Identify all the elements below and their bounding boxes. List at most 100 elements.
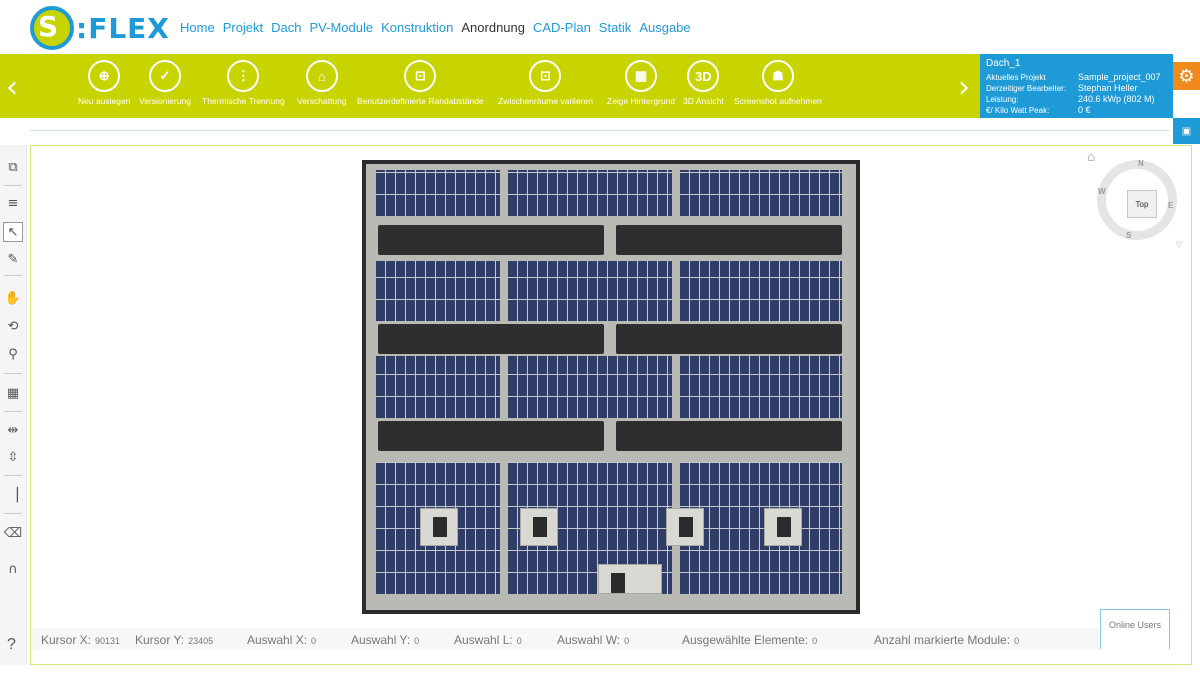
status-bar: Kursor X: 90131 Kursor Y: 23405 Auswahl X:… [31,628,1099,650]
nav-home[interactable]: Home [180,20,215,35]
logo-letter: S [38,10,59,43]
house-shadow-icon: ⌂ [305,60,338,92]
info-value-project: Sample_project_007 [1078,72,1161,82]
roof-obstacle-strip [616,225,842,255]
nav-pv-module[interactable]: PV-Module [310,20,374,35]
3d-icon: 3D [687,60,720,92]
tool-randabstaende[interactable]: ⊡ Benutzerdefinierte Randabstände [357,60,484,106]
toolbar-prev-arrow[interactable]: ‹ [6,70,18,105]
roof-title[interactable]: Dach_1 [986,58,1020,69]
pv-module-block[interactable] [680,462,842,594]
header-divider [30,130,1170,131]
compass-south: S [1126,231,1132,240]
roof-skylight [666,508,704,546]
roof-background-image[interactable] [362,160,860,614]
tool-verschattung[interactable]: ⌂ Verschattung [297,60,347,106]
side-panel-toggle-icon[interactable]: ▣ [1173,118,1200,144]
project-info-panel: Dach_1 Aktuelles Projekt Sample_project_… [980,54,1173,118]
tool-neu-auslegen[interactable]: ⊕ Neu auslegen [78,60,130,106]
nav-konstruktion[interactable]: Konstruktion [381,20,453,35]
tool-screenshot[interactable]: ☗ Screenshot aufnehmen [734,60,822,106]
roof-obstacle-strip [616,421,842,451]
layers-icon[interactable]: ≡ [3,193,23,213]
status-selection-y: Auswahl Y: 0 [351,633,420,647]
select-area-icon[interactable]: ⧉ [3,157,23,177]
tool-3d-ansicht[interactable]: 3D 3D Ansicht [683,60,724,106]
toolbar-next-arrow[interactable]: › [958,70,970,105]
app-root: S :FLEX Home Projekt Dach PV-Module Kons… [0,0,1200,678]
pv-module-block[interactable] [680,356,842,418]
nav-cad-plan[interactable]: CAD-Plan [533,20,591,35]
status-cursor-y: Kursor Y: 23405 [135,633,214,647]
status-selection-l: Auswahl L: 0 [454,633,522,647]
tool-label: Zwischenräume variieren [498,96,593,106]
roof-obstacle-strip [616,324,842,354]
status-selection-x: Auswahl X: 0 [247,633,317,647]
tool-versionierung[interactable]: ✓ Versionierung [139,60,191,106]
tool-label: Zeige Hintergrund [607,96,676,106]
info-label-project: Aktuelles Projekt [986,73,1046,82]
pv-module-block[interactable] [376,170,500,216]
draw-edit-icon[interactable]: ✎ [3,249,23,269]
compass-west: W [1098,187,1106,196]
online-users-tab[interactable]: Online Users [1100,609,1170,649]
edge-distance-icon: ⊡ [404,60,437,92]
roof-skylight [520,508,558,546]
magnet-icon[interactable]: ∩ [3,559,23,579]
compass-east: E [1168,201,1174,210]
main-nav: Home Projekt Dach PV-Module Konstruktion… [180,20,691,35]
select-move-icon[interactable]: ↖ [3,222,23,242]
pv-module-block[interactable] [680,170,842,216]
pv-module-block[interactable] [680,261,842,321]
tool-zwischenraeume[interactable]: ⊡ Zwischenräume variieren [498,60,593,106]
checkmark-icon: ✓ [148,60,181,92]
pv-module-block[interactable] [508,170,672,216]
nav-projekt[interactable]: Projekt [223,20,263,35]
home-view-icon[interactable]: ⌂ [1087,150,1095,165]
nav-dach[interactable]: Dach [271,20,301,35]
compass-north: N [1138,159,1144,168]
roof-obstacle-strip [378,324,604,354]
help-icon[interactable]: ? [7,636,16,654]
info-label-editor: Derzeitiger Bearbeiter: [986,84,1067,93]
separator [4,373,22,374]
pv-module-block[interactable] [376,356,500,418]
module-grid-icon[interactable]: ▦ [3,383,23,403]
split-vertical-icon[interactable]: ⇳ [3,447,23,467]
info-value-power: 240.6 kWp (802 M) [1078,94,1155,104]
eraser-icon[interactable]: ⌫ [3,523,23,543]
thermal-split-icon: ⋮ [227,60,260,92]
nav-statik[interactable]: Statik [599,20,632,35]
nav-anordnung[interactable]: Anordnung [461,20,525,35]
pv-module-block[interactable] [508,261,672,321]
separator [4,185,22,186]
top-view-button[interactable]: Top [1127,190,1157,218]
split-horizontal-icon[interactable]: ⇹ [3,420,23,440]
status-selection-w: Auswahl W: 0 [557,633,630,647]
compass-collapse-icon[interactable]: ▽ [1176,240,1182,249]
roof-obstacle-strip [378,421,604,451]
tool-label: Neu auslegen [78,96,131,106]
tool-zeige-hintergrund[interactable]: ▦ Zeige Hintergrund [607,60,675,106]
screenshot-icon: ☗ [761,60,794,92]
pv-module-block[interactable] [508,356,672,418]
ruler-icon[interactable]: ▕ [3,485,23,505]
settings-gear-icon[interactable]: ⚙ [1173,62,1200,90]
sflex-logo[interactable]: S :FLEX [30,6,169,50]
info-label-price: €/ Kilo Watt Peak: [986,106,1050,115]
logo-text: :FLEX [76,12,170,45]
globe-icon: ⊕ [88,60,121,92]
info-label-power: Leistung: [986,95,1019,104]
status-selected-elements: Ausgewählte Elemente: 0 [682,633,818,647]
rotate-icon[interactable]: ⟲ [3,316,23,336]
pan-hand-icon[interactable]: ✋ [3,288,23,308]
nav-ausgabe[interactable]: Ausgabe [639,20,690,35]
view-compass[interactable]: Top N E S W [1097,159,1177,240]
status-cursor-x: Kursor X: 90131 [41,633,121,647]
zoom-icon[interactable]: ⚲ [3,344,23,364]
roof-skylight [764,508,802,546]
tool-label: Verschattung [297,96,347,106]
tool-thermische-trennung[interactable]: ⋮ Thermische Trennung [202,60,285,106]
pv-module-block[interactable] [376,261,500,321]
separator [4,475,22,476]
